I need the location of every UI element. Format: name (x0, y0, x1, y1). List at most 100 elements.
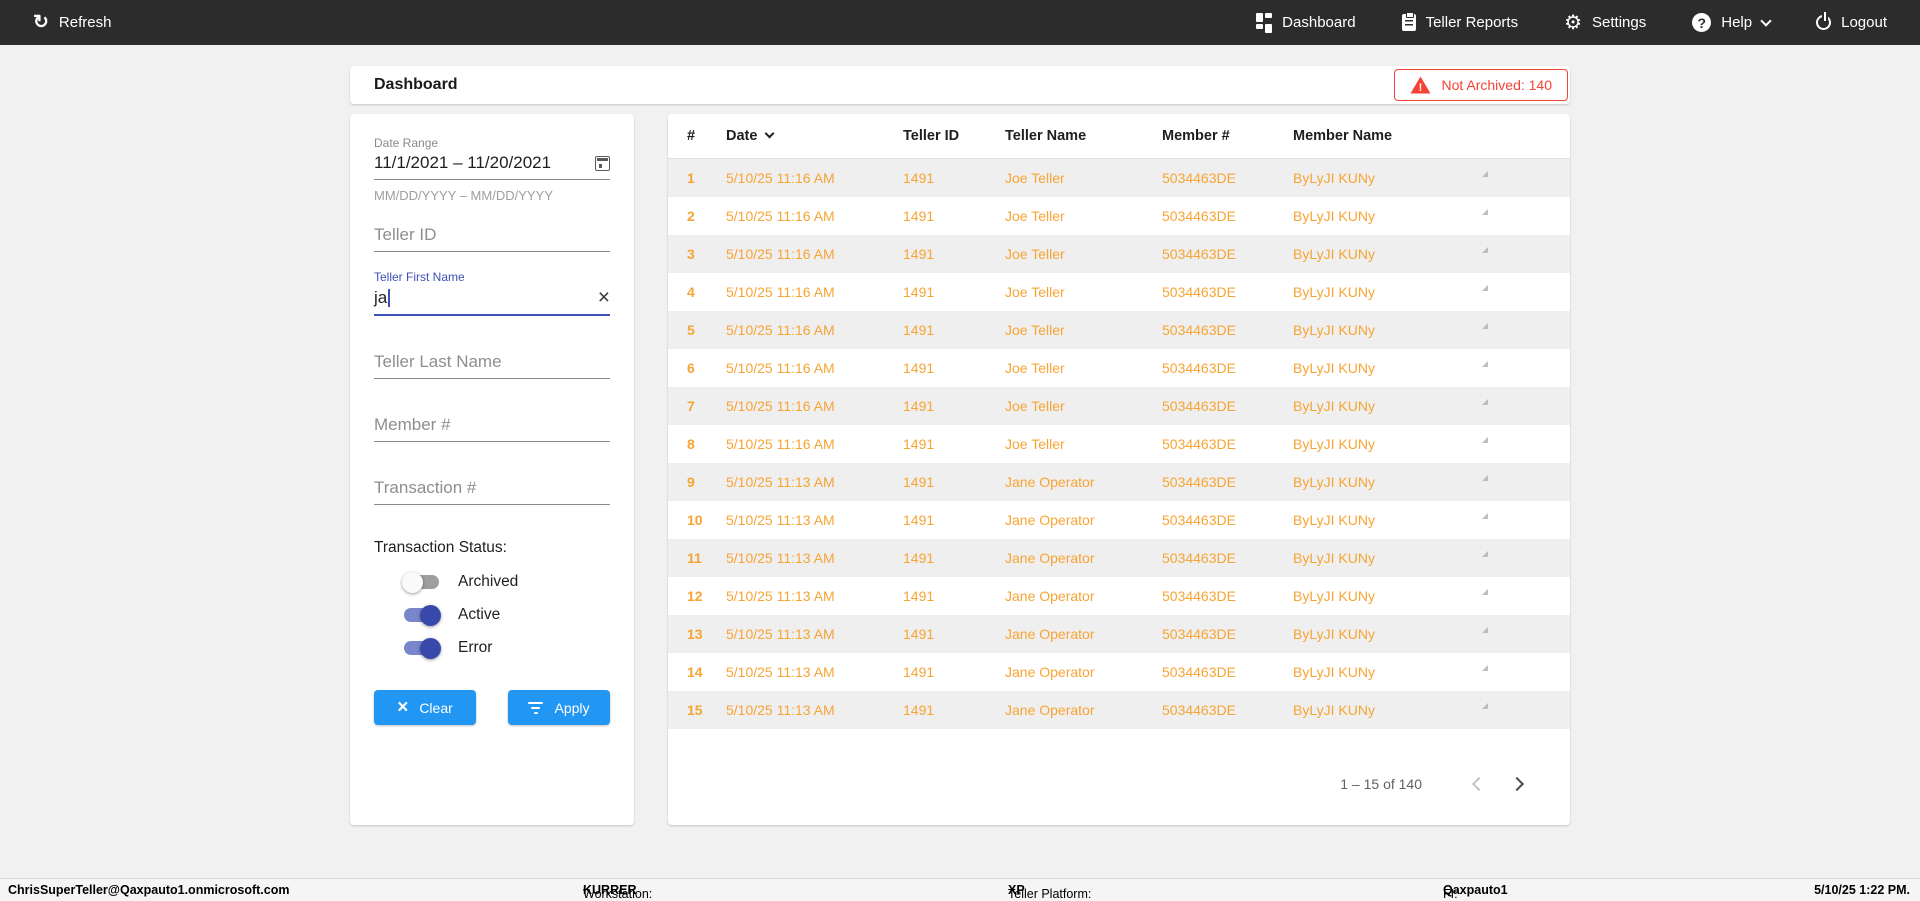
cell-teller-id: 1491 (903, 702, 935, 718)
toggle-label: Active (458, 606, 501, 623)
transaction-status-toggles: Archived Active Error (402, 571, 610, 659)
cell-date: 5/10/25 11:16 AM (726, 284, 835, 300)
clear-button-label: Clear (419, 699, 453, 716)
cell-teller-name: Joe Teller (1005, 170, 1065, 186)
nav-settings[interactable]: ⚙ Settings (1564, 13, 1646, 33)
gear-icon: ⚙ (1564, 11, 1583, 34)
column-header-num[interactable]: # (687, 128, 726, 144)
nav-logout[interactable]: Logout (1816, 12, 1887, 31)
cell-date: 5/10/25 11:16 AM (726, 360, 835, 376)
clear-button[interactable]: × Clear (374, 690, 476, 725)
transaction-status-label: Transaction Status: (374, 539, 507, 556)
filter-icon (528, 701, 544, 714)
date-range-value[interactable]: 11/1/2021 – 11/20/2021 (374, 153, 551, 173)
cell-row-number: 3 (687, 246, 695, 262)
not-archived-badge[interactable]: Not Archived: 140 (1394, 69, 1568, 101)
nav-settings-label: Settings (1592, 14, 1647, 31)
error-toggle[interactable] (404, 637, 441, 659)
column-header-member-number[interactable]: Member # (1162, 128, 1293, 144)
cell-member-name: ByLyJI KUNy (1293, 284, 1375, 300)
column-header-teller-id[interactable]: Teller ID (903, 128, 1005, 144)
cell-teller-id: 1491 (903, 550, 935, 566)
pagination: 1 – 15 of 140 (668, 769, 1570, 825)
cell-teller-name: Joe Teller (1005, 360, 1065, 376)
refresh-button[interactable]: ↻ Refresh (33, 13, 111, 32)
table-row[interactable]: 13 5/10/25 11:13 AM 1491 Jane Operator 50344… (668, 615, 1570, 653)
cell-row-number: 4 (687, 284, 695, 300)
cell-member-name: ByLyJI KUNy (1293, 322, 1375, 338)
cell-teller-name: Joe Teller (1005, 322, 1065, 338)
cell-row-number: 5 (687, 322, 695, 338)
column-header-date[interactable]: Date (726, 128, 903, 144)
teller-first-name-field[interactable]: Teller First Name ja × (374, 270, 610, 316)
cell-row-number: 1 (687, 170, 695, 186)
cell-member-number: 5034463DE (1162, 550, 1236, 566)
cell-member-number: 5034463DE (1162, 702, 1236, 718)
cell-teller-name: Joe Teller (1005, 284, 1065, 300)
status-datetime: 5/10/25 1:22 PM. (1814, 883, 1910, 897)
warning-icon (1410, 76, 1431, 94)
nav-dashboard[interactable]: Dashboard (1256, 12, 1356, 33)
text-caret (388, 289, 390, 308)
nav-help[interactable]: ? Help (1692, 13, 1772, 32)
table-row[interactable]: 10 5/10/25 11:13 AM 1491 Jane Operator 50344… (668, 501, 1570, 539)
cell-date: 5/10/25 11:13 AM (726, 474, 835, 490)
cell-row-number: 15 (687, 702, 703, 718)
table-row[interactable]: 9 5/10/25 11:13 AM 1491 Jane Operator 503446… (668, 463, 1570, 501)
cell-row-number: 14 (687, 664, 703, 680)
cell-teller-id: 1491 (903, 588, 935, 604)
cell-teller-name: Jane Operator (1005, 588, 1095, 604)
cell-teller-name: Joe Teller (1005, 436, 1065, 452)
cell-member-name: ByLyJI KUNy (1293, 664, 1375, 680)
chevron-right-icon (1509, 776, 1525, 792)
date-range-field[interactable]: Date Range 11/1/2021 – 11/20/2021 MM/DD/… (374, 136, 610, 203)
clear-field-icon[interactable]: × (598, 287, 610, 308)
column-header-teller-name[interactable]: Teller Name (1005, 128, 1162, 144)
pagination-next-button[interactable] (1504, 769, 1534, 799)
column-header-member-name[interactable]: Member Name (1293, 128, 1489, 144)
table-row[interactable]: 7 5/10/25 11:16 AM 1491 Joe Teller 5034463DE… (668, 387, 1570, 425)
table-row[interactable]: 1 5/10/25 11:16 AM 1491 Joe Teller 5034463DE… (668, 159, 1570, 197)
teller-id-field[interactable]: Teller ID (374, 225, 610, 252)
table-row[interactable]: 3 5/10/25 11:16 AM 1491 Joe Teller 5034463DE… (668, 235, 1570, 273)
active-toggle[interactable] (404, 604, 441, 626)
status-bar: ChrisSuperTeller@Qaxpauto1.onmicrosoft.c… (0, 878, 1920, 901)
fi-status: FI: Qaxpauto1 (1443, 883, 1508, 901)
table-row[interactable]: 8 5/10/25 11:16 AM 1491 Joe Teller 5034463DE… (668, 425, 1570, 463)
cell-member-name: ByLyJI KUNy (1293, 170, 1375, 186)
table-row[interactable]: 6 5/10/25 11:16 AM 1491 Joe Teller 5034463DE… (668, 349, 1570, 387)
table-row[interactable]: 11 5/10/25 11:13 AM 1491 Jane Operator 50344… (668, 539, 1570, 577)
cell-member-name: ByLyJI KUNy (1293, 702, 1375, 718)
teller-first-name-value: ja (374, 287, 388, 307)
toggle-label: Archived (458, 573, 519, 590)
toggle-row-active: Active (404, 604, 610, 626)
archived-toggle[interactable] (402, 571, 439, 593)
cell-member-number: 5034463DE (1162, 360, 1236, 376)
cell-teller-name: Jane Operator (1005, 626, 1095, 642)
cell-date: 5/10/25 11:16 AM (726, 322, 835, 338)
table-row[interactable]: 15 5/10/25 11:13 AM 1491 Jane Operator 50344… (668, 691, 1570, 729)
cell-row-number: 2 (687, 208, 695, 224)
table-row[interactable]: 12 5/10/25 11:13 AM 1491 Jane Operator 50344… (668, 577, 1570, 615)
cell-member-number: 5034463DE (1162, 588, 1236, 604)
cell-teller-name: Joe Teller (1005, 208, 1065, 224)
refresh-icon: ↻ (33, 12, 49, 33)
apply-button[interactable]: Apply (508, 690, 610, 725)
table-row[interactable]: 5 5/10/25 11:16 AM 1491 Joe Teller 5034463DE… (668, 311, 1570, 349)
nav-teller-reports[interactable]: Teller Reports (1401, 12, 1518, 31)
table-body: 1 5/10/25 11:16 AM 1491 Joe Teller 5034463DE… (668, 159, 1570, 729)
cell-teller-id: 1491 (903, 246, 935, 262)
table-row[interactable]: 4 5/10/25 11:16 AM 1491 Joe Teller 5034463DE… (668, 273, 1570, 311)
member-number-field[interactable]: Member # (374, 415, 610, 442)
cell-date: 5/10/25 11:16 AM (726, 170, 835, 186)
table-row[interactable]: 14 5/10/25 11:13 AM 1491 Jane Operator 50344… (668, 653, 1570, 691)
logged-in-user: ChrisSuperTeller@Qaxpauto1.onmicrosoft.c… (8, 883, 290, 897)
table-row[interactable]: 2 5/10/25 11:16 AM 1491 Joe Teller 5034463DE… (668, 197, 1570, 235)
transaction-number-field[interactable]: Transaction # (374, 478, 610, 505)
cell-teller-name: Jane Operator (1005, 512, 1095, 528)
pagination-prev-button[interactable] (1462, 769, 1492, 799)
teller-last-name-field[interactable]: Teller Last Name (374, 352, 610, 379)
cell-teller-id: 1491 (903, 664, 935, 680)
cell-row-number: 8 (687, 436, 695, 452)
calendar-icon[interactable] (595, 155, 610, 171)
